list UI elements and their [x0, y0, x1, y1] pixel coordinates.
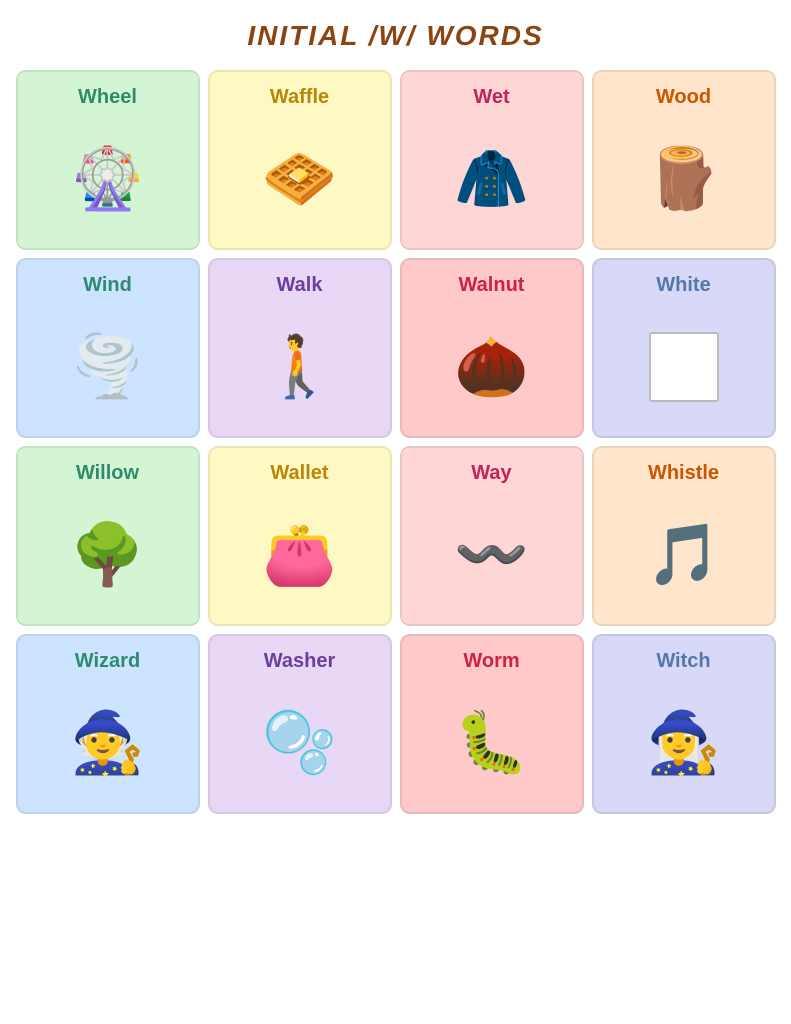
card-label-wheel: Wheel	[78, 86, 137, 109]
witch-icon: 🧙‍♀️	[646, 691, 721, 794]
wallet-icon: 👛	[262, 503, 337, 606]
wheel-icon: 🎡	[70, 127, 145, 230]
whistle-icon: 🎵	[646, 503, 721, 606]
card-white: White	[592, 258, 776, 438]
card-washer: Washer 🫧	[208, 634, 392, 814]
way-icon: 〰️	[454, 503, 529, 606]
card-label-waffle: Waffle	[270, 86, 329, 109]
page-title: INITIAL /W/ WORDS	[247, 20, 543, 52]
card-label-witch: Witch	[656, 650, 710, 673]
walnut-icon: 🌰	[454, 315, 529, 418]
waffle-icon: 🧇	[262, 127, 337, 230]
worm-icon: 🐛	[454, 691, 529, 794]
card-label-washer: Washer	[264, 650, 336, 673]
card-wood: Wood 🪵	[592, 70, 776, 250]
wind-icon: 🌪️	[70, 315, 145, 418]
card-label-whistle: Whistle	[648, 462, 719, 485]
walk-icon: 🚶	[262, 315, 337, 418]
card-label-willow: Willow	[76, 462, 139, 485]
card-wizard: Wizard 🧙	[16, 634, 200, 814]
white-icon	[649, 315, 719, 418]
willow-icon: 🌳	[70, 503, 145, 606]
card-label-wizard: Wizard	[75, 650, 140, 673]
card-wheel: Wheel 🎡	[16, 70, 200, 250]
wizard-icon: 🧙	[70, 691, 145, 794]
card-walnut: Walnut 🌰	[400, 258, 584, 438]
word-grid: Wheel 🎡 Waffle 🧇 Wet 🧥 Wood 🪵 Wind 🌪️ Walk 🚶 Walnut 🌰…	[16, 70, 776, 814]
card-wallet: Wallet 👛	[208, 446, 392, 626]
card-waffle: Waffle 🧇	[208, 70, 392, 250]
card-label-white: White	[656, 274, 710, 297]
card-label-wind: Wind	[83, 274, 132, 297]
card-willow: Willow 🌳	[16, 446, 200, 626]
card-label-walk: Walk	[277, 274, 323, 297]
card-whistle: Whistle 🎵	[592, 446, 776, 626]
card-worm: Worm 🐛	[400, 634, 584, 814]
card-label-wet: Wet	[473, 86, 509, 109]
wood-icon: 🪵	[646, 127, 721, 230]
card-way: Way 〰️	[400, 446, 584, 626]
card-label-wallet: Wallet	[270, 462, 328, 485]
card-witch: Witch 🧙‍♀️	[592, 634, 776, 814]
card-label-walnut: Walnut	[459, 274, 525, 297]
card-label-wood: Wood	[656, 86, 711, 109]
washer-icon: 🫧	[262, 691, 337, 794]
wet-icon: 🧥	[454, 127, 529, 230]
card-walk: Walk 🚶	[208, 258, 392, 438]
card-wind: Wind 🌪️	[16, 258, 200, 438]
card-wet: Wet 🧥	[400, 70, 584, 250]
card-label-way: Way	[471, 462, 511, 485]
card-label-worm: Worm	[463, 650, 519, 673]
